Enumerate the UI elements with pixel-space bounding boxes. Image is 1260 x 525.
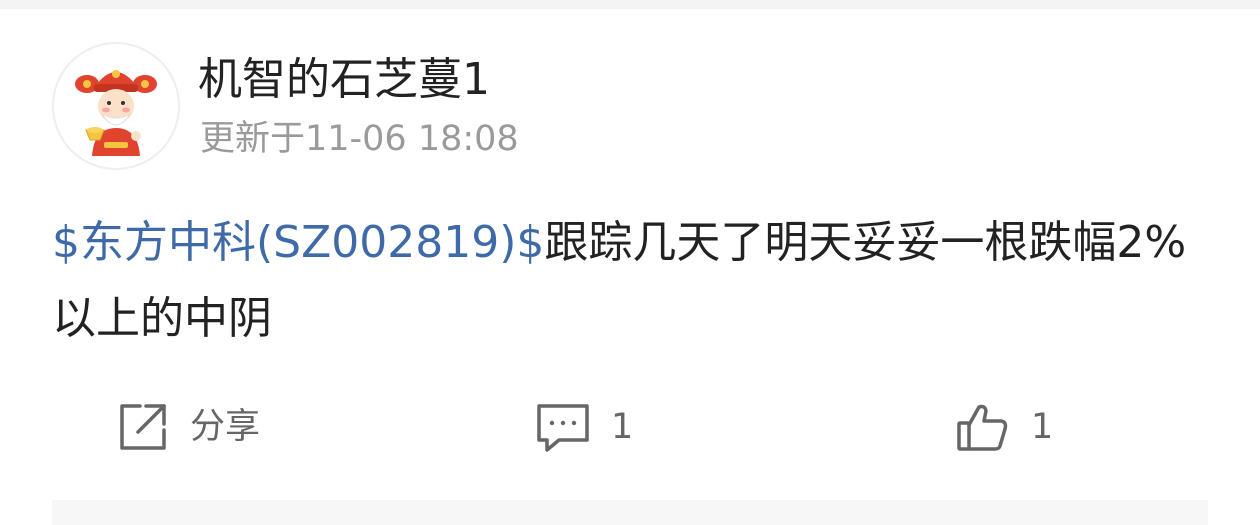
like-button[interactable]: 1: [955, 395, 1053, 459]
share-icon: [120, 404, 166, 450]
comments-preview-area: [52, 500, 1208, 525]
author-name[interactable]: 机智的石芝蔓1: [198, 52, 490, 108]
updated-timestamp: 更新于11-06 18:08: [200, 119, 519, 159]
avatar[interactable]: [52, 42, 180, 170]
thumbs-up-icon: [957, 404, 1008, 451]
stock-tag-link[interactable]: $东方中科(SZ002819)$: [52, 217, 544, 268]
god-of-wealth-avatar-icon: [75, 70, 157, 156]
comment-button[interactable]: 1: [535, 395, 633, 459]
like-count: 1: [1031, 407, 1054, 447]
top-separator: [0, 0, 1260, 9]
post-content: $东方中科(SZ002819)$跟踪几天了明天妥妥一根跌幅2%以上的中阴: [52, 205, 1212, 357]
comment-count: 1: [611, 407, 634, 447]
share-label: 分享: [190, 407, 261, 447]
comment-icon: [537, 404, 589, 452]
share-button[interactable]: 分享: [116, 395, 260, 459]
